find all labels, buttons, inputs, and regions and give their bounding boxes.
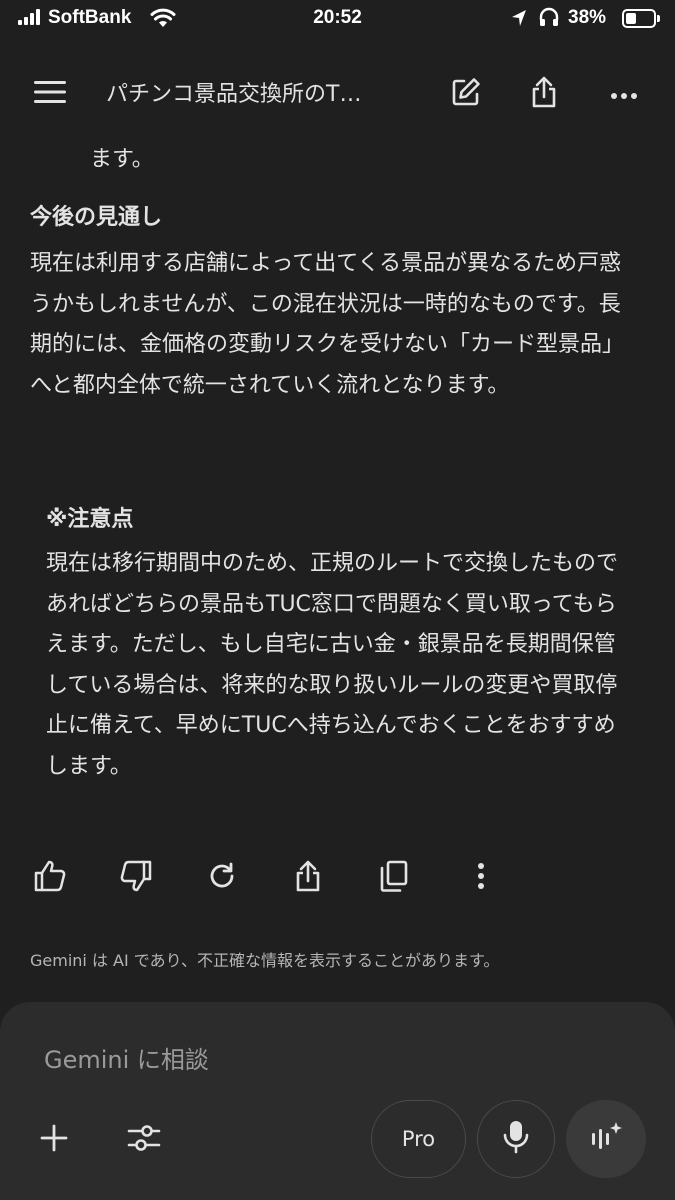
copy-icon xyxy=(379,859,409,897)
tune-icon xyxy=(127,1123,161,1157)
ai-disclaimer: Gemini は AI であり、不正確な情報を表示することがあります。 xyxy=(30,951,500,970)
new-chat-button[interactable] xyxy=(442,70,490,118)
outlook-paragraph: 現在は利用する店舗によって出てくる景品が異なるため戸惑うかもしれませんが、この混… xyxy=(30,251,625,398)
more-vert-icon xyxy=(477,862,485,894)
thumb-up-icon xyxy=(33,859,67,897)
thumb-down-icon xyxy=(119,859,153,897)
chat-title[interactable]: パチンコ景品交換所のT… xyxy=(106,78,416,112)
prompt-input[interactable] xyxy=(40,1038,608,1082)
section-heading: 今後の見通し xyxy=(30,205,163,230)
dislike-button[interactable] xyxy=(110,852,162,904)
microphone-icon xyxy=(502,1119,530,1159)
edit-icon xyxy=(450,76,482,112)
share-icon xyxy=(294,859,322,897)
response-actions xyxy=(0,852,675,904)
live-waveform-icon xyxy=(589,1120,623,1158)
share-response-button[interactable] xyxy=(282,852,334,904)
note-heading: ※注意点 xyxy=(46,507,134,532)
battery-icon xyxy=(622,9,656,28)
regenerate-button[interactable] xyxy=(196,852,248,904)
status-bar: SoftBank 20:52 38% xyxy=(0,0,675,40)
model-selector-button[interactable]: Pro xyxy=(371,1100,466,1178)
app-bar: パチンコ景品交換所のT… xyxy=(0,56,675,132)
copy-button[interactable] xyxy=(368,852,420,904)
headphones-icon xyxy=(538,6,560,34)
menu-icon xyxy=(33,80,67,108)
menu-button[interactable] xyxy=(26,70,74,118)
plus-icon xyxy=(39,1123,69,1157)
composer: Pro xyxy=(0,1002,675,1200)
like-button[interactable] xyxy=(24,852,76,904)
battery-cap xyxy=(657,15,660,22)
share-button[interactable] xyxy=(520,70,568,118)
note-paragraph: 現在は移行期間中のため、正規のルートで交換したものであればどちらの景品もTUC窓… xyxy=(46,551,619,779)
live-mode-button[interactable] xyxy=(566,1100,646,1178)
add-attachment-button[interactable] xyxy=(28,1114,80,1166)
battery-percent: 38% xyxy=(568,7,607,28)
previous-text-tail: ます。 xyxy=(90,147,154,172)
share-icon xyxy=(530,75,558,113)
response-more-button[interactable] xyxy=(455,852,507,904)
more-horiz-icon xyxy=(610,85,638,104)
more-options-button[interactable] xyxy=(600,70,648,118)
tools-button[interactable] xyxy=(118,1114,170,1166)
location-arrow-icon xyxy=(510,8,528,34)
voice-input-button[interactable] xyxy=(477,1100,555,1178)
regenerate-icon xyxy=(207,861,237,895)
